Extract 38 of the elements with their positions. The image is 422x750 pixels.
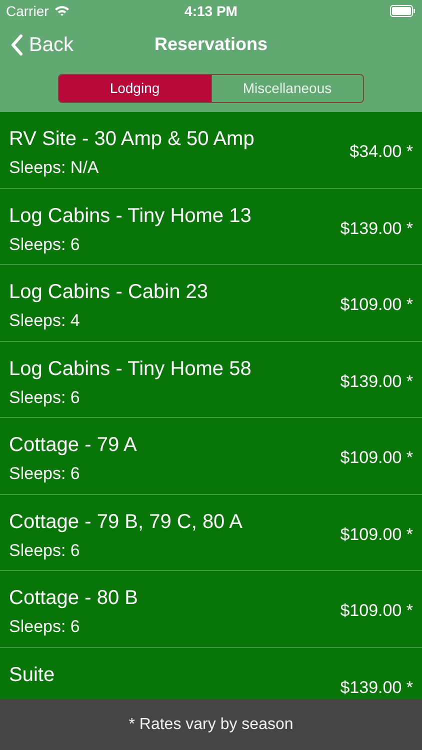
row-title: Log Cabins - Cabin 23 bbox=[9, 280, 210, 304]
row-title: Suite bbox=[9, 662, 56, 686]
price-label: $139.00 * bbox=[340, 676, 413, 698]
sleeps-label: Sleeps: 6 bbox=[9, 388, 81, 408]
price-label: $109.00 * bbox=[340, 447, 413, 469]
price-label: $34.00 * bbox=[350, 141, 413, 163]
row-title: Log Cabins - Tiny Home 58 bbox=[9, 356, 252, 380]
reservation-row[interactable]: RV Site - 30 Amp & 50 Amp Sleeps: N/A $34.00 * bbox=[0, 112, 422, 188]
wifi-icon bbox=[54, 5, 70, 17]
price-label: $139.00 * bbox=[340, 370, 413, 392]
price-label: $109.00 * bbox=[340, 294, 413, 316]
reservation-row[interactable]: Cottage - 80 B Sleeps: 6 $109.00 * bbox=[0, 571, 422, 648]
reservation-row[interactable]: Log Cabins - Cabin 23 Sleeps: 4 $109.00 * bbox=[0, 265, 422, 342]
reservation-row[interactable]: Log Cabins - Tiny Home 58 Sleeps: 6 $139.00 * bbox=[0, 342, 422, 418]
sleeps-label: Sleeps: N/A bbox=[9, 158, 100, 178]
status-time: 4:13 PM bbox=[184, 2, 238, 20]
battery-icon bbox=[390, 5, 416, 17]
sleeps-label: Sleeps: 6 bbox=[9, 464, 81, 484]
chevron-left-icon bbox=[10, 34, 23, 56]
sleeps-label: Sleeps: 6 bbox=[9, 234, 81, 254]
sleeps-label: Sleeps: 6 bbox=[9, 540, 81, 560]
row-title: Cottage - 79 B, 79 C, 80 A bbox=[9, 510, 244, 534]
row-title: RV Site - 30 Amp & 50 Amp bbox=[9, 127, 256, 151]
segment-tab[interactable]: Lodging bbox=[59, 75, 210, 102]
row-title: Cottage - 79 A bbox=[9, 433, 138, 457]
reservation-row[interactable]: Log Cabins - Tiny Home 13 Sleeps: 6 $139.00 * bbox=[0, 188, 422, 265]
price-label: $109.00 * bbox=[340, 600, 413, 622]
carrier-label: Carrier bbox=[6, 2, 49, 20]
row-title: Log Cabins - Tiny Home 13 bbox=[9, 204, 252, 228]
reservation-row[interactable]: Cottage - 79 B, 79 C, 80 A Sleeps: 6 $109.00 * bbox=[0, 494, 422, 571]
reservation-row[interactable]: Cottage - 79 A Sleeps: 6 $109.00 * bbox=[0, 418, 422, 494]
nav-title: Reservations bbox=[154, 32, 268, 56]
sleeps-label: Sleeps: 6 bbox=[9, 617, 81, 637]
row-title: Cottage - 80 B bbox=[9, 586, 139, 610]
sleeps-label: Sleeps: 4 bbox=[9, 311, 81, 331]
price-label: $109.00 * bbox=[340, 524, 413, 546]
footer-note: * Rates vary by season bbox=[0, 699, 422, 750]
price-label: $139.00 * bbox=[340, 218, 413, 240]
